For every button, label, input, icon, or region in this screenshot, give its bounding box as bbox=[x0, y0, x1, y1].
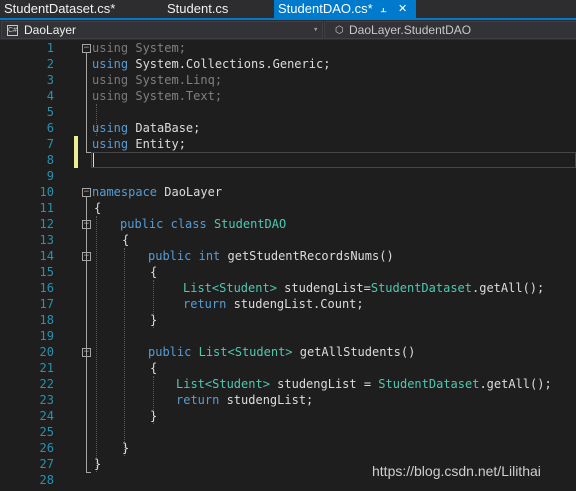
code-line: using DataBase; bbox=[92, 121, 201, 135]
line-number: 27 bbox=[39, 457, 54, 471]
code-line: { bbox=[150, 265, 158, 279]
collapse-icon[interactable]: − bbox=[82, 220, 91, 229]
line-number: 5 bbox=[46, 105, 54, 119]
line-number: 10 bbox=[39, 185, 54, 199]
line-number: 6 bbox=[46, 121, 54, 135]
code-line: using System.Linq; bbox=[92, 73, 223, 87]
document-tab-strip: StudentDataset.cs* Student.cs StudentDAO… bbox=[0, 0, 576, 18]
collapse-icon[interactable]: − bbox=[82, 252, 91, 261]
member-dropdown-value: DaoLayer.StudentDAO bbox=[349, 23, 472, 37]
project-dropdown-value: DaoLayer bbox=[24, 23, 77, 37]
line-number: 26 bbox=[39, 441, 54, 455]
code-line: { bbox=[150, 361, 158, 375]
line-number: 18 bbox=[39, 313, 54, 327]
tab-student[interactable]: Student.cs bbox=[163, 0, 267, 18]
namespace-class-icon: ⬡ bbox=[335, 25, 344, 36]
outline-bracket bbox=[86, 53, 87, 153]
code-line: return studengList.Count; bbox=[183, 297, 364, 311]
outline-bracket-end bbox=[86, 472, 91, 473]
code-line: namespace DaoLayer bbox=[92, 185, 223, 199]
code-line: using System.Collections.Generic; bbox=[92, 57, 331, 71]
chevron-down-icon: ▾ bbox=[313, 25, 319, 35]
csharp-project-icon: C# bbox=[7, 25, 18, 36]
code-line: } bbox=[150, 409, 158, 423]
member-dropdown[interactable]: ⬡ DaoLayer.StudentDAO bbox=[324, 21, 576, 39]
code-line: using System.Text; bbox=[92, 89, 223, 103]
code-line: List<Student> studengList=StudentDataset… bbox=[183, 281, 545, 295]
outline-bracket bbox=[86, 197, 87, 473]
line-number: 19 bbox=[39, 329, 54, 343]
indent-guide bbox=[96, 216, 97, 472]
line-number: 21 bbox=[39, 361, 54, 375]
collapse-icon[interactable]: − bbox=[82, 188, 91, 197]
line-number: 16 bbox=[39, 281, 54, 295]
line-number: 25 bbox=[39, 425, 54, 439]
line-number: 9 bbox=[46, 169, 54, 183]
tab-label: StudentDataset.cs* bbox=[4, 1, 116, 16]
line-number: 24 bbox=[39, 409, 54, 423]
line-number: 14 bbox=[39, 249, 54, 263]
code-line: public List<Student> getAllStudents() bbox=[148, 345, 416, 359]
watermark-text: https://blog.csdn.net/Lilithai bbox=[372, 463, 541, 479]
code-line: { bbox=[94, 201, 102, 215]
line-number: 12 bbox=[39, 217, 54, 231]
collapse-icon[interactable]: − bbox=[82, 348, 91, 357]
line-number: 17 bbox=[39, 297, 54, 311]
code-line: using Entity; bbox=[92, 137, 186, 151]
code-line: public class StudentDAO bbox=[120, 217, 287, 231]
code-line: using System; bbox=[92, 41, 186, 55]
unsaved-change-marker bbox=[74, 136, 78, 168]
line-number: 7 bbox=[46, 137, 54, 151]
line-number: 8 bbox=[46, 153, 54, 167]
code-line: return studengList; bbox=[176, 393, 314, 407]
code-line: public int getStudentRecordsNums() bbox=[148, 249, 394, 263]
code-line: List<Student> studengList = StudentDatas… bbox=[176, 377, 552, 391]
code-editor[interactable]: 1 2 3 4 5 6 7 8 9 10 11 12 13 14 15 16 1… bbox=[0, 40, 576, 491]
navigation-bar: C# DaoLayer ▾ ⬡ DaoLayer.StudentDAO bbox=[0, 20, 576, 40]
line-number: 22 bbox=[39, 377, 54, 391]
line-number: 20 bbox=[39, 345, 54, 359]
code-line: { bbox=[122, 233, 130, 247]
code-line: } bbox=[150, 313, 158, 327]
tab-label: Student.cs bbox=[167, 1, 229, 16]
close-icon[interactable]: ✕ bbox=[398, 0, 407, 18]
indent-guide bbox=[124, 248, 125, 456]
line-number: 1 bbox=[46, 41, 54, 55]
line-number: 13 bbox=[39, 233, 54, 247]
line-number: 2 bbox=[46, 57, 54, 71]
line-number: 28 bbox=[39, 473, 54, 487]
line-number: 23 bbox=[39, 393, 54, 407]
project-dropdown[interactable]: C# DaoLayer ▾ bbox=[1, 21, 323, 39]
line-number: 15 bbox=[39, 265, 54, 279]
tab-label: StudentDAO.cs* bbox=[278, 1, 373, 16]
line-number: 4 bbox=[46, 89, 54, 103]
line-number: 11 bbox=[39, 201, 54, 215]
code-line: } bbox=[94, 457, 102, 471]
code-line: } bbox=[122, 441, 130, 455]
tab-studentdataset[interactable]: StudentDataset.cs* bbox=[0, 0, 150, 18]
current-line-highlight bbox=[91, 152, 576, 168]
pin-icon[interactable]: ⫠ bbox=[380, 0, 387, 18]
text-caret bbox=[93, 153, 94, 167]
line-number: 3 bbox=[46, 73, 54, 87]
tab-studentdao[interactable]: StudentDAO.cs* ⫠ ✕ bbox=[274, 0, 416, 18]
collapse-icon[interactable]: − bbox=[82, 44, 91, 53]
